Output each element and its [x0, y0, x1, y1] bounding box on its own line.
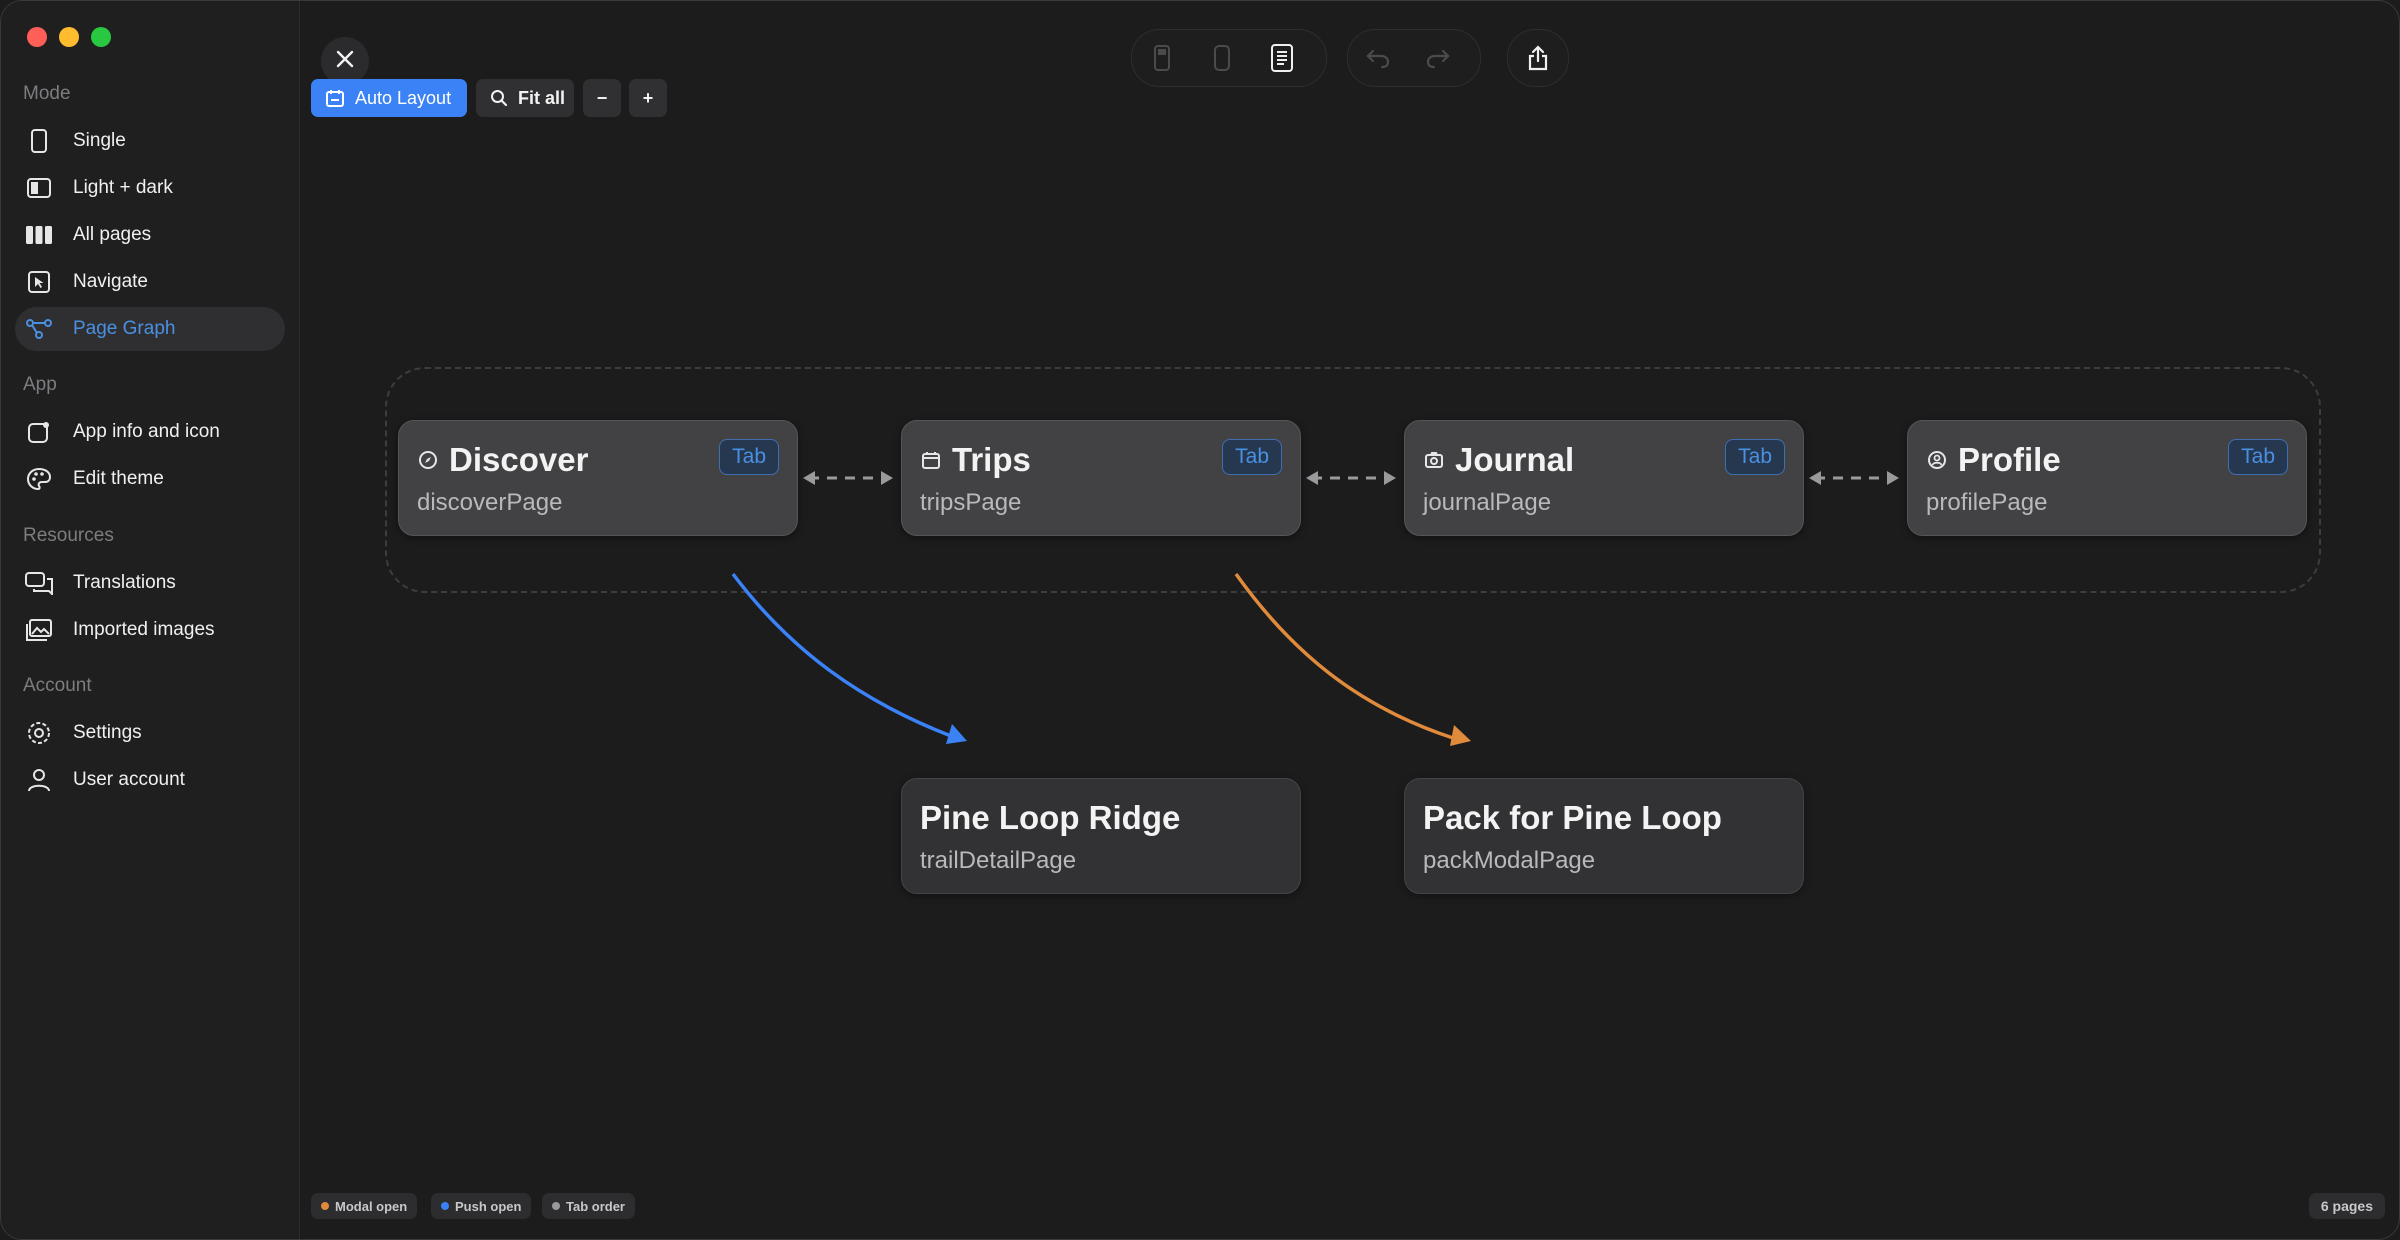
modal-open-edge [1234, 572, 1471, 746]
tab-badge: Tab [1725, 439, 1785, 475]
page-node-trail-detail[interactable]: Pine Loop Ridge trailDetailPage [901, 778, 1301, 894]
legend-dot [441, 1202, 449, 1210]
page-node-discover[interactable]: Discover discoverPage Tab [398, 420, 798, 536]
node-subtitle: discoverPage [417, 489, 563, 516]
compass-icon [417, 449, 439, 471]
legend-label: Tab order [566, 1198, 625, 1214]
node-title: Pack for Pine Loop [1423, 799, 1722, 836]
legend-push-open: Push open [431, 1193, 532, 1219]
legend-label: Push open [455, 1198, 522, 1214]
legend-label: Modal open [335, 1198, 408, 1214]
node-subtitle: trailDetailPage [920, 847, 1077, 874]
push-open-edge [731, 572, 967, 744]
page-node-journal[interactable]: Journal journalPage Tab [1404, 420, 1804, 536]
legend-tab-order: Tab order [542, 1193, 635, 1219]
person-circle-icon [1926, 449, 1948, 471]
tab-order-edge [1809, 471, 1899, 485]
tab-order-edge [803, 471, 893, 485]
page-node-trips[interactable]: Trips tripsPage Tab [901, 420, 1301, 536]
node-title: Profile [1958, 441, 2061, 478]
node-title: Trips [952, 441, 1031, 478]
node-subtitle: profilePage [1926, 489, 2048, 516]
node-title: Pine Loop Ridge [920, 799, 1181, 836]
node-title: Discover [449, 441, 589, 478]
node-subtitle: journalPage [1423, 489, 1552, 516]
tab-badge: Tab [1222, 439, 1282, 475]
tab-badge: Tab [719, 439, 779, 475]
page-node-pack-modal[interactable]: Pack for Pine Loop packModalPage [1404, 778, 1804, 894]
app-window: Mode Single Light + dark All pages Navig… [0, 0, 2400, 1240]
camera-icon [1423, 449, 1445, 471]
node-subtitle: tripsPage [920, 489, 1022, 516]
legend-modal-open: Modal open [311, 1193, 418, 1219]
calendar-icon [920, 449, 942, 471]
legend-dot [552, 1202, 560, 1210]
page-count-badge: 6 pages [2308, 1193, 2385, 1219]
tab-badge: Tab [2228, 439, 2288, 475]
page-node-profile[interactable]: Profile profilePage Tab [1907, 420, 2307, 536]
tab-order-edge [1306, 471, 1396, 485]
node-subtitle: packModalPage [1423, 847, 1596, 874]
node-title: Journal [1455, 441, 1575, 478]
graph-edges [731, 471, 1899, 746]
legend-dot [321, 1202, 329, 1210]
